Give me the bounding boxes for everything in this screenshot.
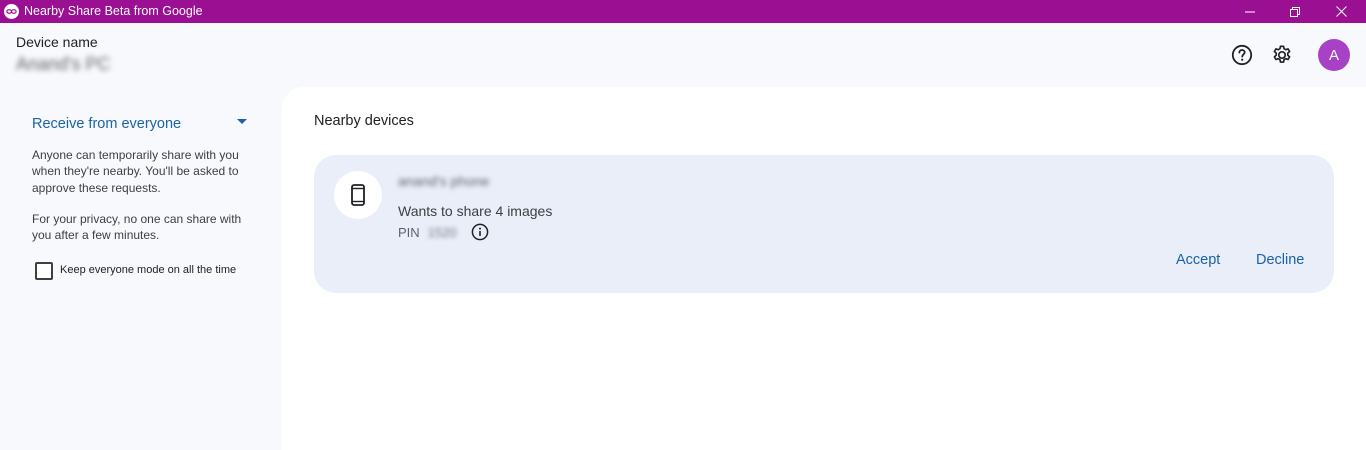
checkbox-icon[interactable] <box>35 262 53 280</box>
device-name-value: Anand's PC <box>16 54 111 74</box>
sender-device-name: anand's phone <box>398 173 490 189</box>
help-button[interactable] <box>1227 40 1257 70</box>
settings-button[interactable] <box>1267 40 1297 70</box>
pin-label: PIN <box>398 224 420 240</box>
receive-mode-dropdown[interactable]: Receive from everyone <box>32 114 252 134</box>
receive-mode-label: Receive from everyone <box>32 116 182 132</box>
avatar[interactable]: A <box>1318 39 1350 71</box>
gear-icon <box>1273 45 1291 63</box>
main-panel: Nearby devices anand's phone Wants to sh… <box>282 87 1366 450</box>
minimize-icon <box>1245 11 1255 12</box>
close-button[interactable] <box>1318 0 1364 23</box>
minimize-button[interactable] <box>1227 0 1273 23</box>
pin-value: 1520 <box>427 224 457 240</box>
window-title: Nearby Share Beta from Google <box>24 4 203 18</box>
keep-everyone-mode-checkbox[interactable]: Keep everyone mode on all the time <box>35 262 236 280</box>
phone-icon <box>351 184 365 206</box>
app-icon <box>4 4 19 19</box>
title-bar: Nearby Share Beta from Google <box>0 0 1366 23</box>
keep-everyone-mode-label: Keep everyone mode on all the time <box>60 264 237 276</box>
close-icon <box>1335 6 1347 17</box>
device-name-label: Device name <box>16 34 98 50</box>
help-icon <box>1231 44 1253 66</box>
privacy-note: For your privacy, no one can share with … <box>32 212 242 243</box>
pin-row: PIN 1520 <box>398 223 489 241</box>
decline-button[interactable]: Decline <box>1256 252 1304 268</box>
share-request-message: Wants to share 4 images <box>398 203 553 219</box>
receive-mode-description: Anyone can temporarily share with you wh… <box>32 148 239 195</box>
maximize-button[interactable] <box>1272 0 1318 23</box>
maximize-icon <box>1290 6 1300 17</box>
nearby-devices-title: Nearby devices <box>314 113 414 129</box>
accept-button[interactable]: Accept <box>1176 252 1220 268</box>
info-icon[interactable] <box>471 223 489 241</box>
share-request-card: anand's phone Wants to share 4 images PI… <box>314 155 1334 293</box>
caret-down-icon <box>237 119 247 124</box>
device-avatar <box>334 171 382 219</box>
